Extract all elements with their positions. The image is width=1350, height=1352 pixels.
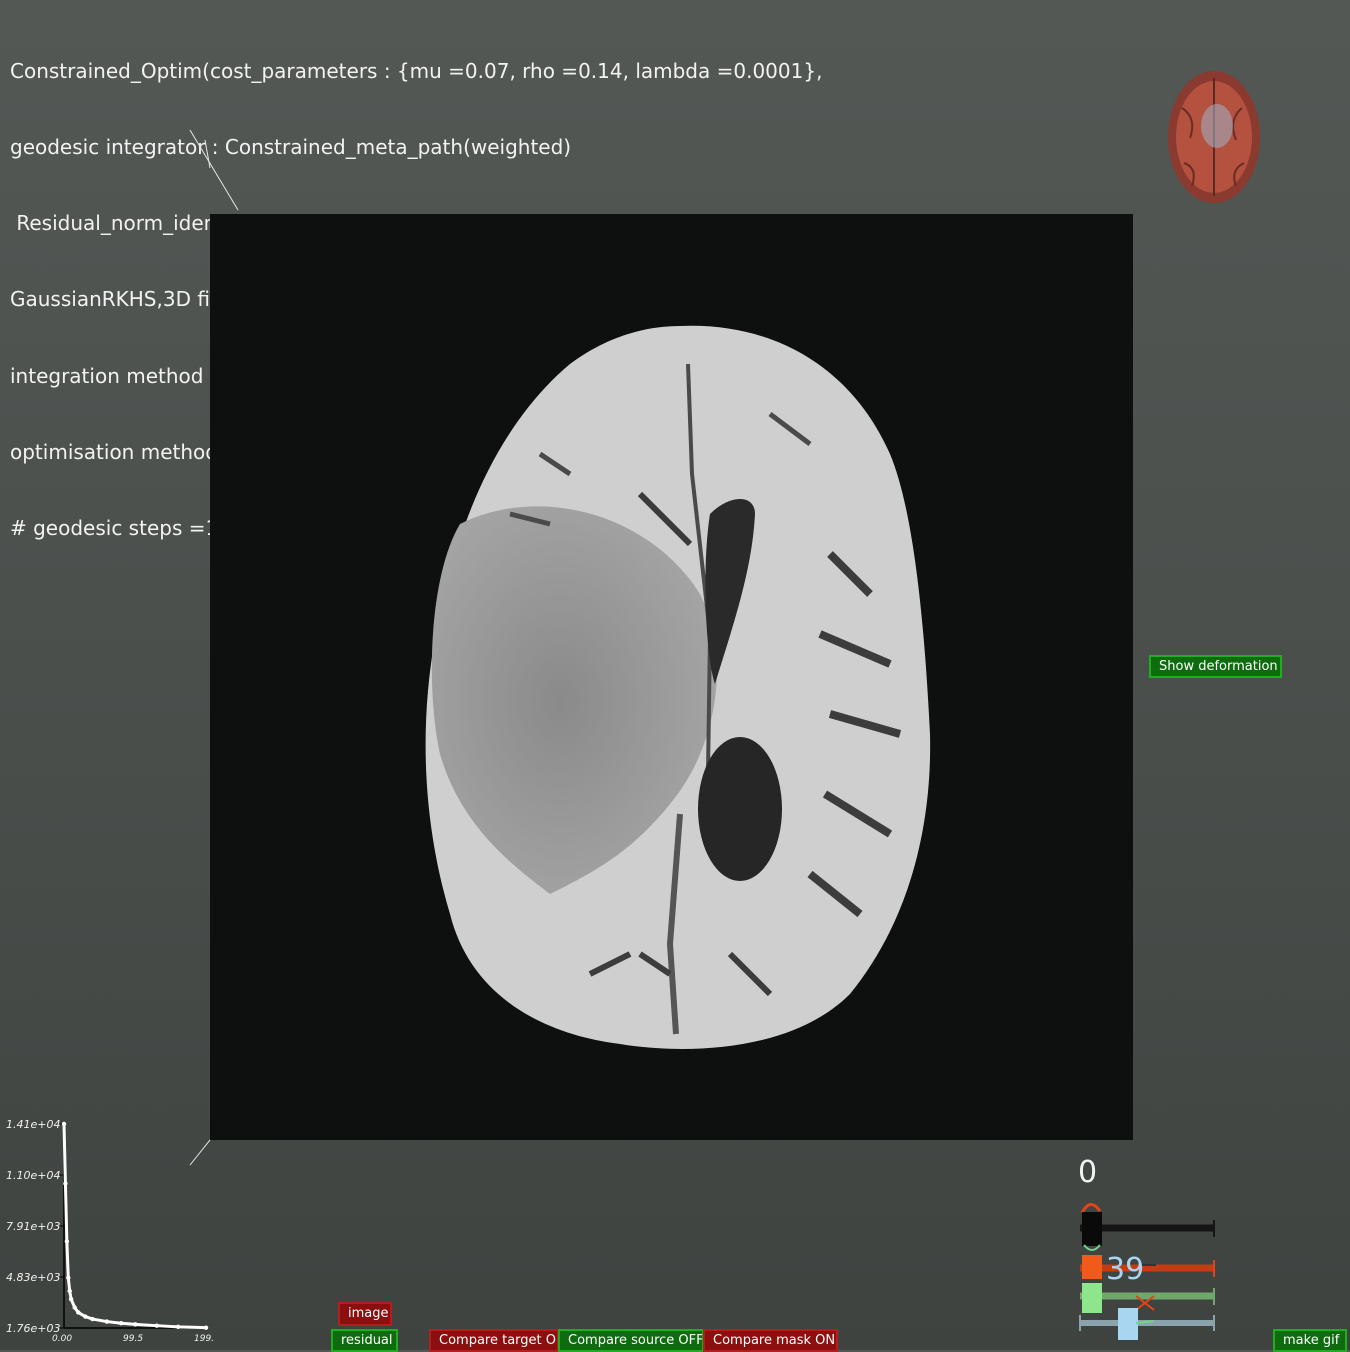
plot-y-tick-label: 4.83e+03	[6, 1271, 60, 1284]
plot-x-tick-label: 0.00	[52, 1334, 72, 1344]
compare-source-button[interactable]: Compare source OFF	[558, 1329, 704, 1352]
plot-x-tick-label: 99.5	[123, 1334, 143, 1344]
plot-point	[72, 1305, 77, 1310]
plot-point	[76, 1310, 81, 1315]
plot-point	[67, 1288, 72, 1294]
compare-mask-button[interactable]: Compare mask ON	[703, 1329, 838, 1352]
plot-point	[83, 1314, 88, 1319]
plot-y-tick-label: 1.10e+04	[6, 1169, 60, 1182]
plot-point	[63, 1181, 68, 1186]
plot-point	[154, 1323, 159, 1328]
plot-point	[175, 1324, 181, 1330]
brain-slice-viewport[interactable]	[210, 214, 1133, 1140]
plot-point	[133, 1322, 138, 1327]
plot-y-tick-label: 7.91e+03	[6, 1220, 60, 1233]
plot-point	[66, 1275, 71, 1280]
plot-cost-line	[62, 1123, 207, 1330]
cost-convergence-plot: 1.41e+041.10e+047.91e+034.83e+031.76e+03…	[6, 1118, 214, 1344]
plot-x-tick-label: 199.	[194, 1334, 214, 1344]
plot-point	[61, 1121, 67, 1127]
show-deformation-button[interactable]: Show deformation	[1149, 655, 1282, 678]
slider-widget: 0 39	[1070, 1155, 1230, 1345]
plot-point	[90, 1316, 95, 1322]
image-button[interactable]: image	[338, 1302, 392, 1326]
compare-target-button[interactable]: Compare target ON	[429, 1329, 559, 1352]
plot-point	[118, 1321, 124, 1326]
make-gif-button[interactable]: make gif	[1273, 1329, 1347, 1352]
slider-mid-value: 39	[1106, 1252, 1145, 1287]
slider-graphics	[1079, 1203, 1215, 1340]
plot-point	[68, 1297, 74, 1302]
plot-point	[64, 1239, 70, 1244]
plot-point	[104, 1319, 110, 1324]
brain-3d-thumbnail[interactable]	[1162, 68, 1266, 206]
plot-point	[203, 1325, 209, 1330]
brain-slice-image	[425, 325, 931, 1049]
plot-y-tick-label: 1.41e+04	[6, 1118, 60, 1131]
residual-button[interactable]: residual	[331, 1329, 398, 1352]
